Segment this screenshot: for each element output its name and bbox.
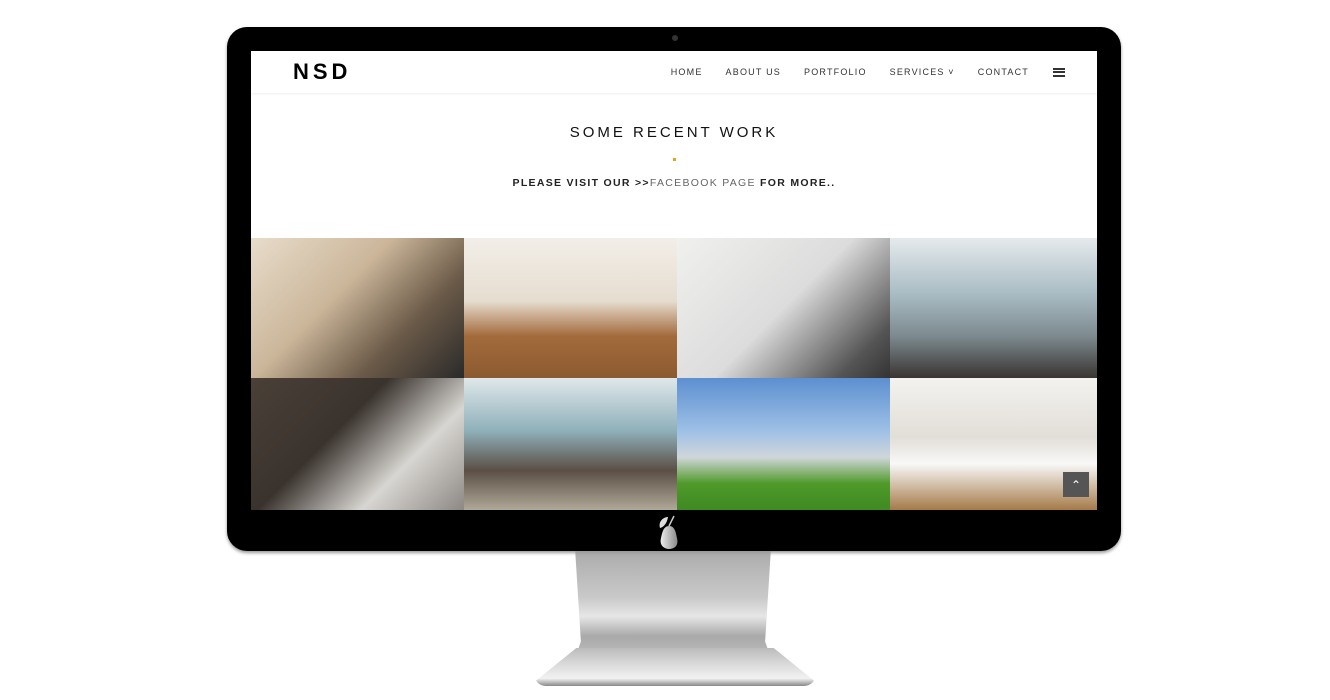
gallery-image-living-room-sofa[interactable] [464,378,677,510]
facebook-link[interactable]: FACEBOOK PAGE [650,177,756,189]
subtitle-suffix: FOR MORE.. [755,177,836,189]
nav-about-us[interactable]: ABOUT US [726,67,781,77]
pear-logo-icon [659,515,678,549]
section-title: SOME RECENT WORK [569,124,779,141]
gallery-image-bathroom-vanity[interactable] [464,238,677,378]
camera-icon [672,35,678,41]
subtitle-prefix: PLEASE VISIT OUR >> [512,177,650,189]
double-chevron-up-icon: ⌃ [1070,477,1082,492]
site-logo[interactable]: NSD [293,59,351,85]
gallery-image-living-room-tv[interactable] [251,378,464,510]
section-subtitle: PLEASE VISIT OUR >>FACEBOOK PAGE FOR MOR… [251,177,1097,189]
portfolio-gallery [251,238,1097,510]
gallery-image-house-exterior[interactable] [677,378,890,510]
website-screen: NSD HOME ABOUT US PORTFOLIO SERVICES ˅ C… [251,51,1097,510]
gallery-image-twin-bedroom[interactable] [890,238,1097,378]
scroll-to-top-button[interactable]: ⌃ [1063,472,1089,497]
gallery-image-bunk-bedroom[interactable] [251,238,464,378]
nav-portfolio[interactable]: PORTFOLIO [804,67,867,77]
accent-divider [672,158,676,161]
site-header: NSD HOME ABOUT US PORTFOLIO SERVICES ˅ C… [251,51,1097,93]
monitor-foot [534,648,816,686]
main-nav: HOME ABOUT US PORTFOLIO SERVICES ˅ CONTA… [648,67,1065,77]
hamburger-icon[interactable] [1053,67,1065,77]
gallery-image-bathroom-bathtub[interactable] [677,238,890,378]
monitor-stand [575,548,771,658]
nav-home[interactable]: HOME [671,67,703,77]
nav-contact[interactable]: CONTACT [978,67,1029,77]
nav-services[interactable]: SERVICES ˅ [890,67,955,77]
